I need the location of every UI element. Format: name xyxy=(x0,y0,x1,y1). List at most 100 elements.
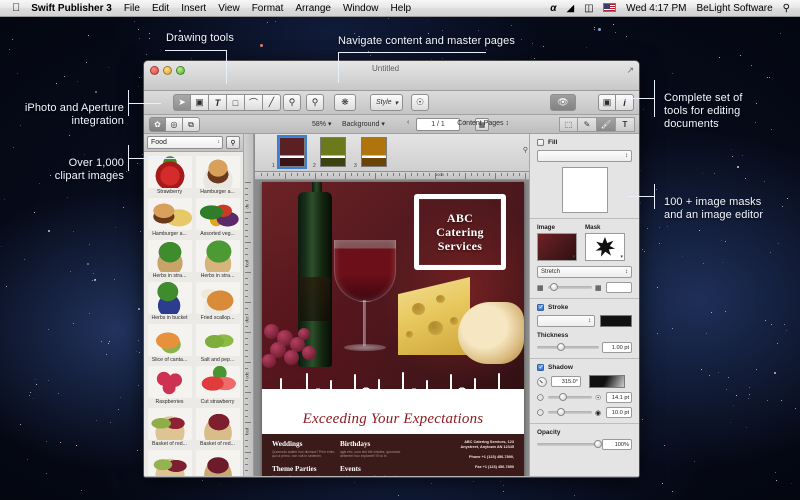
menu-bar[interactable]:  Swift Publisher 3 File Edit Insert Vie… xyxy=(0,0,800,17)
clipart-thumbnail[interactable] xyxy=(147,198,192,230)
shadow-angle-field[interactable]: 315.0° xyxy=(551,376,581,387)
tab-geometry[interactable]: ✎ xyxy=(578,117,597,132)
clipart-thumbnail[interactable] xyxy=(195,240,240,272)
alpha-status-icon[interactable]: α xyxy=(545,0,561,17)
clipart-item[interactable]: Strawberry xyxy=(146,156,193,195)
thickness-slider-row[interactable]: 1.00 pt xyxy=(537,342,632,353)
page-thumbnail-image[interactable] xyxy=(320,136,346,167)
page-thumbnail[interactable]: 1 xyxy=(272,134,310,169)
clipart-grid[interactable]: Strawberry Hamburger a... Hamburger a... As… xyxy=(144,152,243,477)
thickness-slider[interactable] xyxy=(537,343,599,351)
clipart-category-select[interactable]: Food ↕ xyxy=(147,136,223,149)
clipart-item[interactable]: Slice of canta... xyxy=(146,324,193,363)
clipart-item[interactable]: Raspberries xyxy=(146,366,193,405)
page-thumbnail[interactable]: 2 xyxy=(313,136,351,169)
logo-rope-frame[interactable]: ABC Catering Services xyxy=(414,194,506,270)
page-thumbnail-image[interactable] xyxy=(277,134,307,169)
clipart-thumbnail[interactable] xyxy=(147,240,192,272)
shadow-blur-row[interactable]: ◯ ☉ 14.1 pt xyxy=(537,392,632,403)
clipart-thumbnail[interactable] xyxy=(147,450,192,477)
clipart-item[interactable]: Salt and pep... xyxy=(194,324,241,363)
main-toolbar[interactable]: ➤ ▣ T □ ⌒ ╱ ⚲ ⚲ ❋ Style ▾ ☉ 👁 ▣ i xyxy=(144,91,639,115)
mask-well[interactable]: ▾ xyxy=(585,233,625,261)
menu-format[interactable]: Format xyxy=(246,0,290,17)
scale-value-field[interactable] xyxy=(606,282,632,293)
flyer-hero-photo[interactable]: ABC Catering Services xyxy=(262,182,524,404)
clipart-item[interactable]: Herbs in bucket xyxy=(146,282,193,321)
slider-knob[interactable] xyxy=(556,408,565,416)
battery-icon[interactable]: ◫ xyxy=(579,0,598,17)
clipart-thumbnail[interactable] xyxy=(147,366,192,398)
menu-insert[interactable]: Insert xyxy=(175,0,212,17)
menu-view[interactable]: View xyxy=(212,0,246,17)
clipart-item[interactable]: Basket of red... xyxy=(194,450,241,477)
clipart-thumbnail[interactable] xyxy=(195,198,240,230)
clipart-item[interactable]: Basket of red... xyxy=(146,450,193,477)
zoom-in-icon[interactable]: ⚲ xyxy=(283,94,301,111)
fill-checkbox[interactable] xyxy=(537,139,544,146)
clipart-thumbnail[interactable] xyxy=(147,282,192,314)
colors-group[interactable]: ❋ xyxy=(334,94,356,111)
clipart-thumbnail[interactable] xyxy=(147,324,192,356)
shadow-blur-field[interactable]: 14.1 pt xyxy=(606,392,632,403)
search-icon[interactable]: ⚲ xyxy=(778,0,795,17)
photos-panel-button[interactable]: ◎ xyxy=(166,117,183,132)
flyer-footer[interactable]: Weddings Quomodo autem hoc dicimus? Prio… xyxy=(262,434,524,477)
scale-slider-row[interactable]: ▦ ▦ xyxy=(537,282,632,293)
shadow-angle-row[interactable]: 315.0° xyxy=(537,375,632,388)
thickness-value-field[interactable]: 1.00 pt xyxy=(602,342,632,353)
shadow-color-well[interactable] xyxy=(589,375,625,388)
clipart-thumbnail[interactable] xyxy=(195,450,240,477)
shadow-section[interactable]: Shadow 315.0° ◯ ☉ 14.1 pt ◯ ◉ 10.0 pt xyxy=(530,359,639,424)
image-well[interactable]: ▾ xyxy=(537,233,577,261)
panel-toggle-group[interactable]: ✿ ◎ ⧉ xyxy=(149,117,200,132)
scale-slider[interactable] xyxy=(548,283,592,291)
opacity-value-field[interactable]: 100% xyxy=(602,439,632,450)
stroke-checkbox[interactable] xyxy=(537,303,544,311)
strip-zoom-icon[interactable]: ⚲ xyxy=(523,146,528,154)
scale-mode-select[interactable]: Stretch ↕ xyxy=(537,266,632,278)
inspector-icon[interactable]: ☉ xyxy=(411,94,430,111)
zoom-tools-group[interactable]: ⚲ ⚲ xyxy=(283,94,324,111)
stroke-checkbox-row[interactable]: Stroke xyxy=(537,303,632,311)
page-thumbnail-strip[interactable]: 1 2 3 xyxy=(255,134,531,172)
opacity-slider[interactable] xyxy=(537,440,603,448)
clipart-thumbnail[interactable] xyxy=(147,156,192,188)
clipart-item[interactable]: Basket of red... xyxy=(146,408,193,447)
menubar-user[interactable]: BeLight Software xyxy=(692,0,778,17)
clipart-thumbnail[interactable] xyxy=(195,324,240,356)
menu-file[interactable]: File xyxy=(118,0,146,17)
page-number-field[interactable]: 1 / 1 xyxy=(416,118,460,131)
menu-arrange[interactable]: Arrange xyxy=(289,0,337,17)
zoom-button[interactable] xyxy=(176,66,185,75)
clipart-item[interactable]: Cut strawberry xyxy=(194,366,241,405)
canvas-area[interactable]: 50 100 150 200 250 123 ⚲ 1000 ABC Cateri… xyxy=(244,134,531,477)
rectangle-tool[interactable]: □ xyxy=(227,94,245,111)
clipart-thumbnail[interactable] xyxy=(195,408,240,440)
clipart-thumbnail[interactable] xyxy=(195,156,240,188)
fill-type-select[interactable]: ↕ xyxy=(537,150,632,162)
shadow-offset-row[interactable]: ◯ ◉ 10.0 pt xyxy=(537,407,632,418)
content-pages-popup[interactable]: Content Pages ↕ xyxy=(457,120,509,127)
zoom-out-icon[interactable]: ⚲ xyxy=(306,94,324,111)
shadow-offset-slider[interactable] xyxy=(548,408,592,416)
tab-document[interactable]: ⬚ xyxy=(559,117,578,132)
page-thumbnail-image[interactable] xyxy=(361,136,387,167)
slider-knob[interactable] xyxy=(549,283,558,291)
opacity-section[interactable]: Opacity 100% xyxy=(530,424,639,455)
wifi-icon[interactable]: ◢ xyxy=(561,0,579,17)
zoom-level-popup[interactable]: 58% ▾ xyxy=(312,120,331,128)
menu-edit[interactable]: Edit xyxy=(146,0,175,17)
slider-knob[interactable] xyxy=(594,440,603,448)
clipart-panel-button[interactable]: ✿ xyxy=(149,117,166,132)
us-flag-icon[interactable] xyxy=(598,0,621,17)
clipart-header[interactable]: Food ↕ ⚲ xyxy=(144,134,243,152)
fill-checkbox-row[interactable]: Fill xyxy=(537,139,632,146)
menubar-clock[interactable]: Wed 4:17 PM xyxy=(621,0,691,17)
style-popup[interactable]: Style ▾ xyxy=(370,94,404,111)
clipart-item[interactable]: Hamburger a... xyxy=(194,156,241,195)
clipart-item[interactable]: Herbs in stra... xyxy=(194,240,241,279)
tab-fill[interactable]: 🖌 xyxy=(597,117,616,132)
close-button[interactable] xyxy=(150,66,159,75)
secondary-toolbar[interactable]: ✿ ◎ ⧉ 58% ▾ Background ▾ ‹ 1 / 1 › ▦ Con… xyxy=(144,115,639,134)
